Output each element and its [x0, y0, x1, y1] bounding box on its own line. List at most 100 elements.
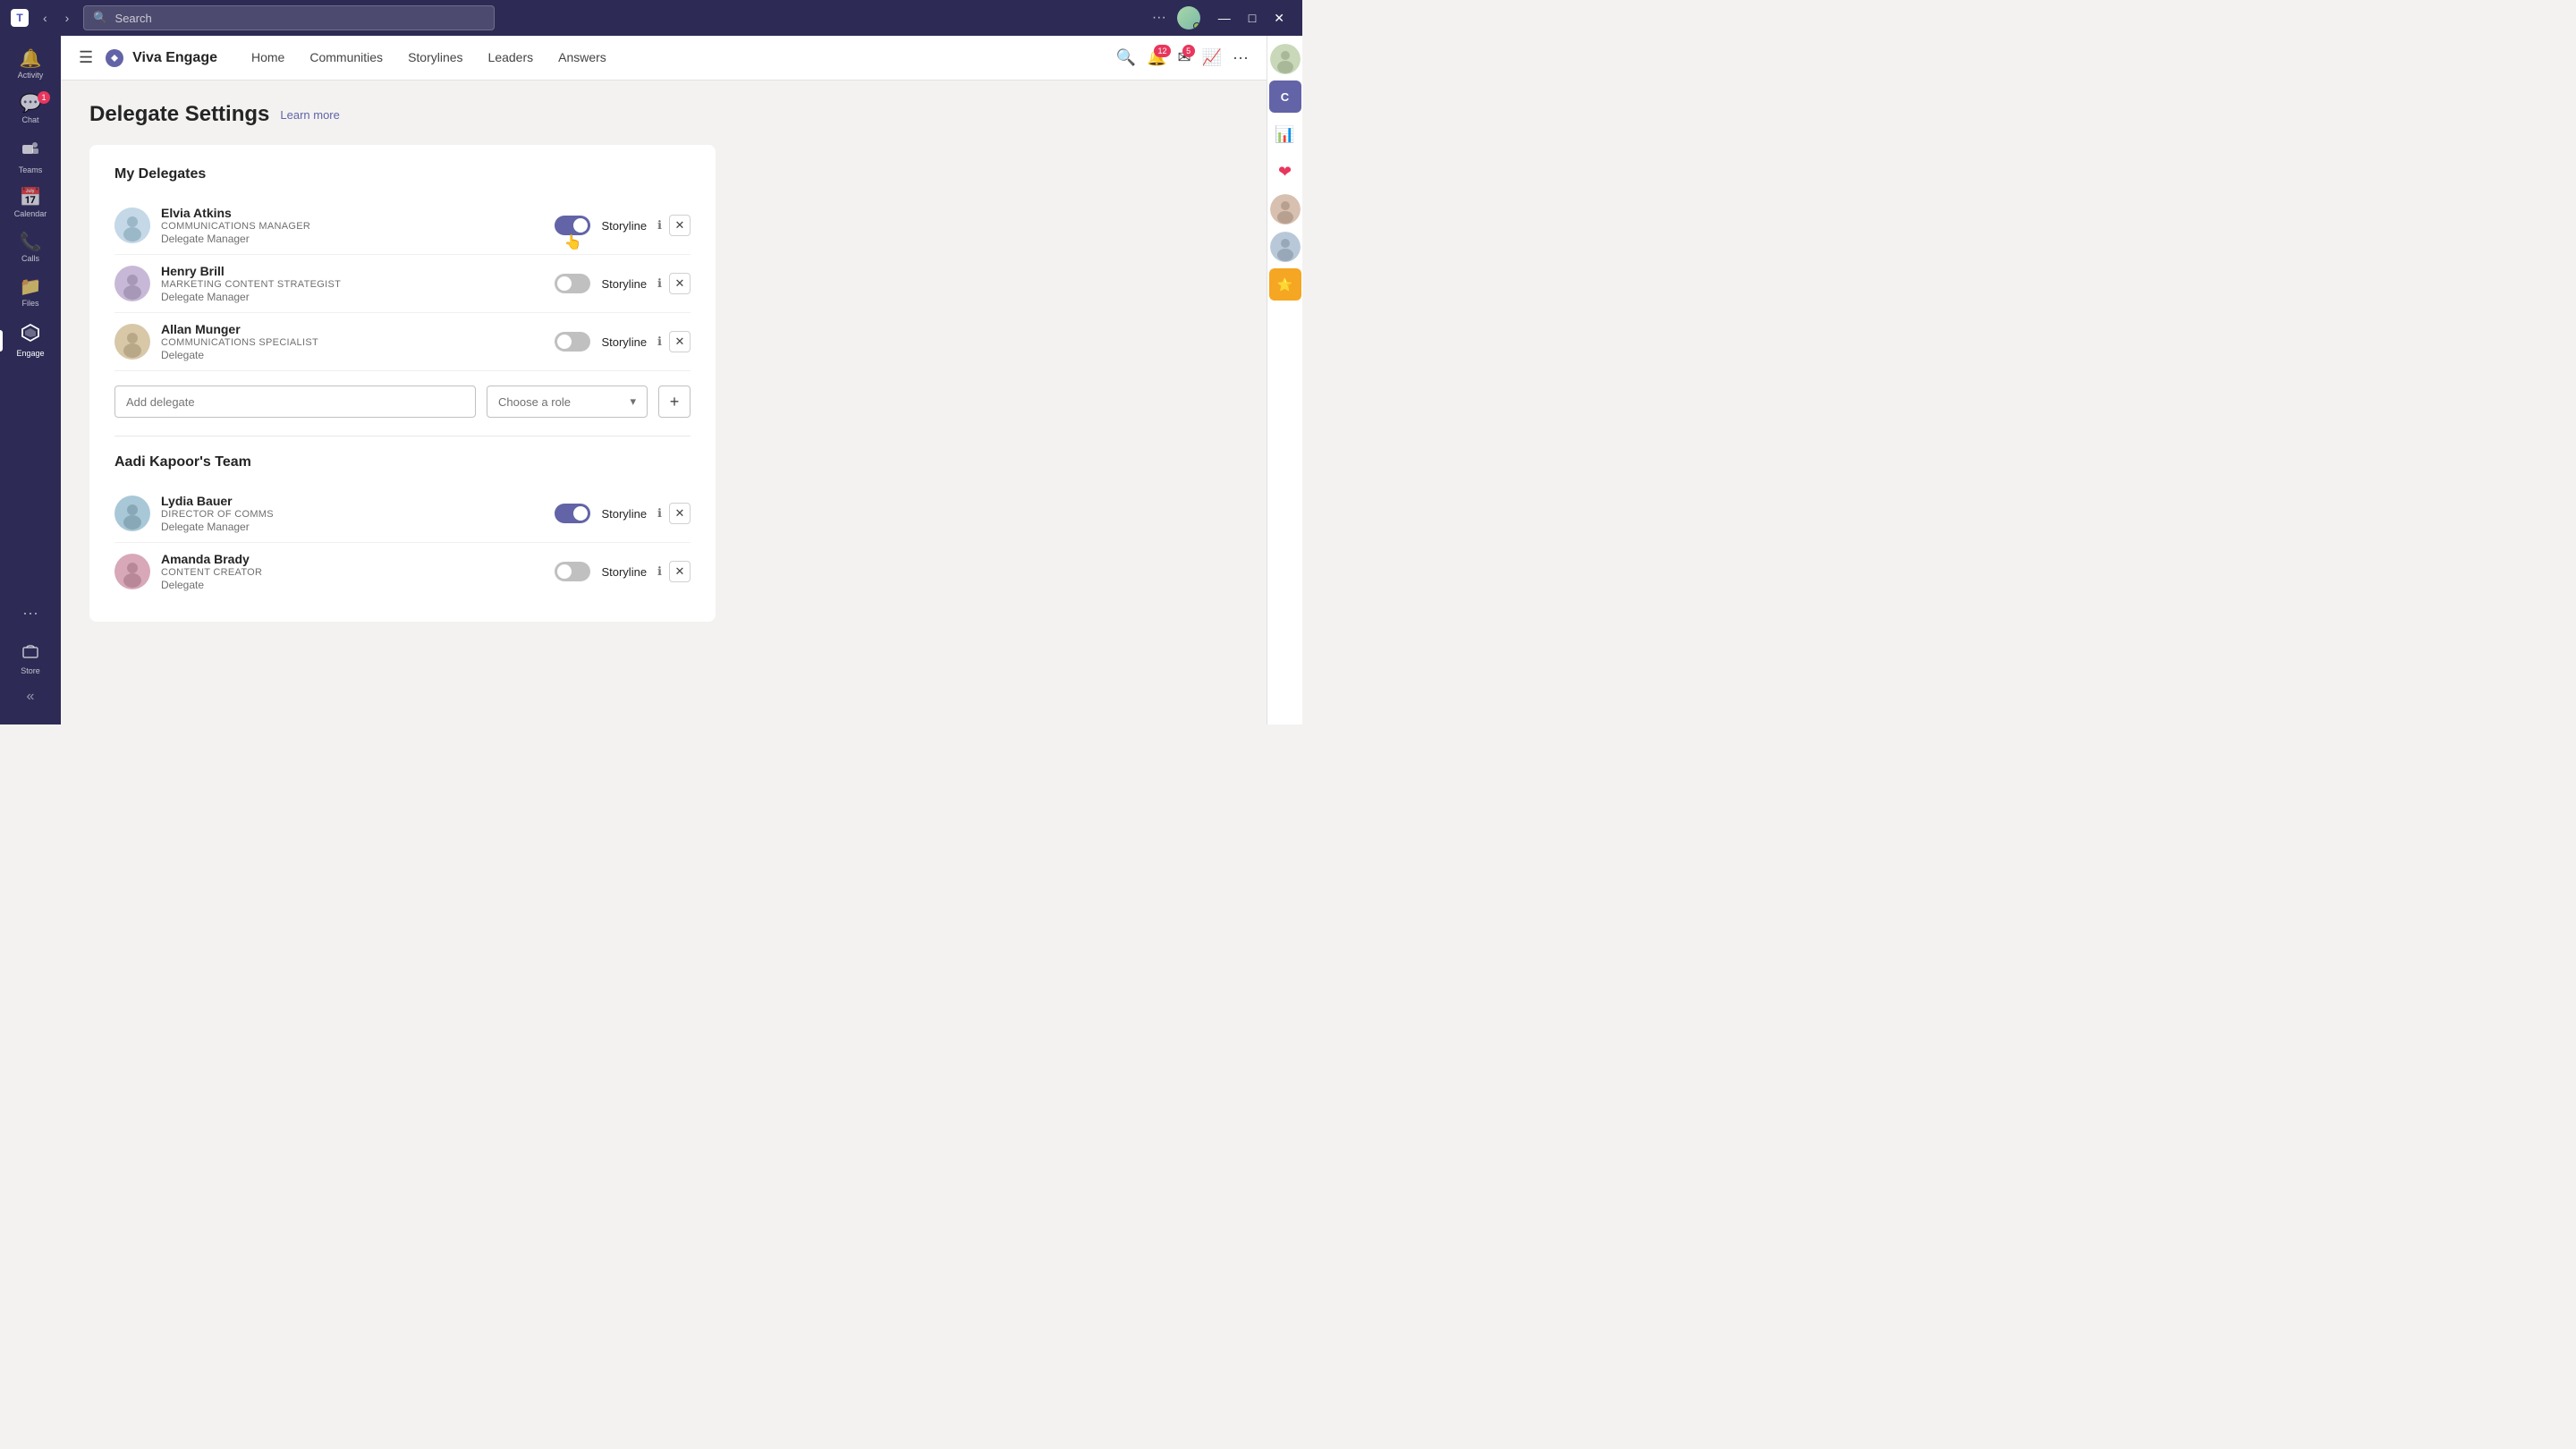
nav-storylines[interactable]: Storylines: [395, 36, 475, 80]
notifications-button[interactable]: 🔔 12: [1147, 48, 1166, 67]
delegates-card: My Delegates Elvia Atkins: [89, 145, 716, 622]
delegate-row-henry: Henry Brill MARKETING CONTENT STRATEGIST…: [114, 255, 691, 313]
sidebar-item-files[interactable]: 📁 Files: [4, 271, 57, 316]
titlebar-search[interactable]: 🔍 Search: [83, 5, 495, 30]
storyline-label-lydia: Storyline: [601, 507, 647, 521]
toggle-thumb-lydia: [573, 506, 588, 521]
nav-leaders[interactable]: Leaders: [476, 36, 547, 80]
titlebar: T ‹ › 🔍 Search ··· — □ ✕: [0, 0, 1302, 36]
sidebar-label-engage: Engage: [16, 349, 44, 359]
storyline-label-elvia: Storyline: [601, 219, 647, 233]
delegate-row-elvia: Elvia Atkins COMMUNICATIONS MANAGER Dele…: [114, 197, 691, 255]
maximize-button[interactable]: □: [1241, 11, 1263, 26]
topnav-more-button[interactable]: ···: [1233, 48, 1249, 67]
delegate-info-amanda: Amanda Brady CONTENT CREATOR Delegate: [161, 552, 555, 591]
topnav-links: Home Communities Storylines Leaders Answ…: [239, 36, 619, 80]
search-button[interactable]: 🔍: [1116, 48, 1136, 67]
choose-role-dropdown[interactable]: Choose a role ▾: [487, 386, 648, 418]
nav-answers[interactable]: Answers: [546, 36, 619, 80]
remove-button-henry[interactable]: ✕: [669, 273, 691, 294]
minimize-button[interactable]: —: [1211, 11, 1238, 26]
toggle-amanda[interactable]: [555, 562, 590, 581]
info-icon-amanda[interactable]: ℹ: [657, 564, 662, 579]
remove-button-elvia[interactable]: ✕: [669, 215, 691, 236]
storyline-label-allan: Storyline: [601, 335, 647, 349]
team-section-title: Aadi Kapoor's Team: [114, 454, 691, 470]
menu-button[interactable]: ☰: [79, 48, 93, 67]
dropdown-chevron-icon: ▾: [630, 394, 636, 409]
sidebar-item-store[interactable]: Store: [4, 633, 57, 683]
rp-avatar-main[interactable]: [1269, 43, 1301, 75]
toggle-thumb-allan: [557, 335, 572, 349]
analytics-button[interactable]: 📈: [1202, 48, 1222, 67]
rp-copilot[interactable]: C: [1269, 80, 1301, 113]
rp-analytics[interactable]: 📊: [1269, 118, 1301, 150]
user-avatar[interactable]: [1177, 6, 1200, 30]
titlebar-right: ··· — □ ✕: [1152, 6, 1292, 30]
delegate-controls-lydia: Storyline ℹ ✕: [555, 503, 691, 524]
delegate-title-elvia: COMMUNICATIONS MANAGER: [161, 221, 555, 232]
add-delegate-row: Choose a role ▾ +: [114, 386, 691, 418]
messages-badge: 5: [1182, 45, 1195, 57]
rp-user-avatar: [1270, 44, 1301, 74]
avatar-lydia: [114, 496, 150, 531]
brand-name: Viva Engage: [132, 50, 217, 66]
collapse-sidebar-btn[interactable]: «: [27, 683, 35, 710]
toggle-henry[interactable]: [555, 274, 590, 293]
toggle-lydia[interactable]: [555, 504, 590, 523]
close-button[interactable]: ✕: [1267, 11, 1292, 26]
my-delegates-title: My Delegates: [114, 166, 691, 182]
info-icon-henry[interactable]: ℹ: [657, 276, 662, 291]
sidebar-label-calls: Calls: [21, 254, 39, 264]
back-button[interactable]: ‹: [36, 7, 55, 29]
info-icon-allan[interactable]: ℹ: [657, 335, 662, 349]
rp-avatar2[interactable]: [1269, 193, 1301, 225]
sidebar-item-engage[interactable]: Engage: [4, 316, 57, 366]
rp-person2-avatar: [1270, 194, 1301, 225]
delegate-role-amanda: Delegate: [161, 579, 555, 591]
rp-heart[interactable]: ❤: [1269, 156, 1301, 188]
toggle-elvia[interactable]: [555, 216, 590, 235]
delegate-info-henry: Henry Brill MARKETING CONTENT STRATEGIST…: [161, 264, 555, 303]
remove-button-amanda[interactable]: ✕: [669, 561, 691, 582]
delegate-role-elvia: Delegate Manager: [161, 233, 555, 245]
files-icon: 📁: [20, 278, 42, 296]
remove-button-allan[interactable]: ✕: [669, 331, 691, 352]
delegate-role-lydia: Delegate Manager: [161, 521, 555, 533]
add-delegate-input[interactable]: [114, 386, 476, 418]
delegate-info-elvia: Elvia Atkins COMMUNICATIONS MANAGER Dele…: [161, 206, 555, 245]
sidebar-item-calendar[interactable]: 📅 Calendar: [4, 182, 57, 226]
brand: Viva Engage: [104, 47, 217, 69]
delegate-row-lydia: Lydia Bauer DIRECTOR OF COMMS Delegate M…: [114, 485, 691, 543]
sidebar-item-activity[interactable]: 🔔 Activity: [4, 43, 57, 88]
online-status-badge: [1193, 22, 1200, 30]
delegate-controls-henry: Storyline ℹ ✕: [555, 273, 691, 294]
rp-star[interactable]: ⭐: [1269, 268, 1301, 301]
nav-home[interactable]: Home: [239, 36, 297, 80]
forward-button[interactable]: ›: [58, 7, 77, 29]
sidebar-item-chat[interactable]: 💬 Chat 1: [4, 88, 57, 132]
titlebar-left: T ‹ › 🔍 Search: [11, 5, 495, 30]
learn-more-link[interactable]: Learn more: [280, 108, 339, 122]
sidebar-item-teams[interactable]: Teams: [4, 132, 57, 182]
topnav-right: 🔍 🔔 12 ✉ 5 📈 ···: [1116, 48, 1249, 67]
toggle-allan[interactable]: [555, 332, 590, 352]
right-panel: C 📊 ❤ ⭐: [1267, 36, 1302, 724]
info-icon-elvia[interactable]: ℹ: [657, 218, 662, 233]
activity-icon: 🔔: [20, 50, 42, 68]
messages-button[interactable]: ✉ 5: [1178, 48, 1191, 67]
titlebar-more[interactable]: ···: [1152, 10, 1166, 26]
sidebar: 🔔 Activity 💬 Chat 1 Teams 📅 Calendar 📞: [0, 36, 61, 724]
remove-button-lydia[interactable]: ✕: [669, 503, 691, 524]
storyline-label-amanda: Storyline: [601, 565, 647, 579]
sidebar-more-btn[interactable]: ···: [4, 593, 57, 633]
toggle-thumb-elvia: [573, 218, 588, 233]
sidebar-item-calls[interactable]: 📞 Calls: [4, 226, 57, 271]
toggle-thumb-amanda: [557, 564, 572, 579]
info-icon-lydia[interactable]: ℹ: [657, 506, 662, 521]
search-icon: 🔍: [93, 11, 107, 25]
add-delegate-button[interactable]: +: [658, 386, 691, 418]
rp-avatar3[interactable]: [1269, 231, 1301, 263]
teams-logo: T: [11, 9, 29, 27]
nav-communities[interactable]: Communities: [297, 36, 395, 80]
